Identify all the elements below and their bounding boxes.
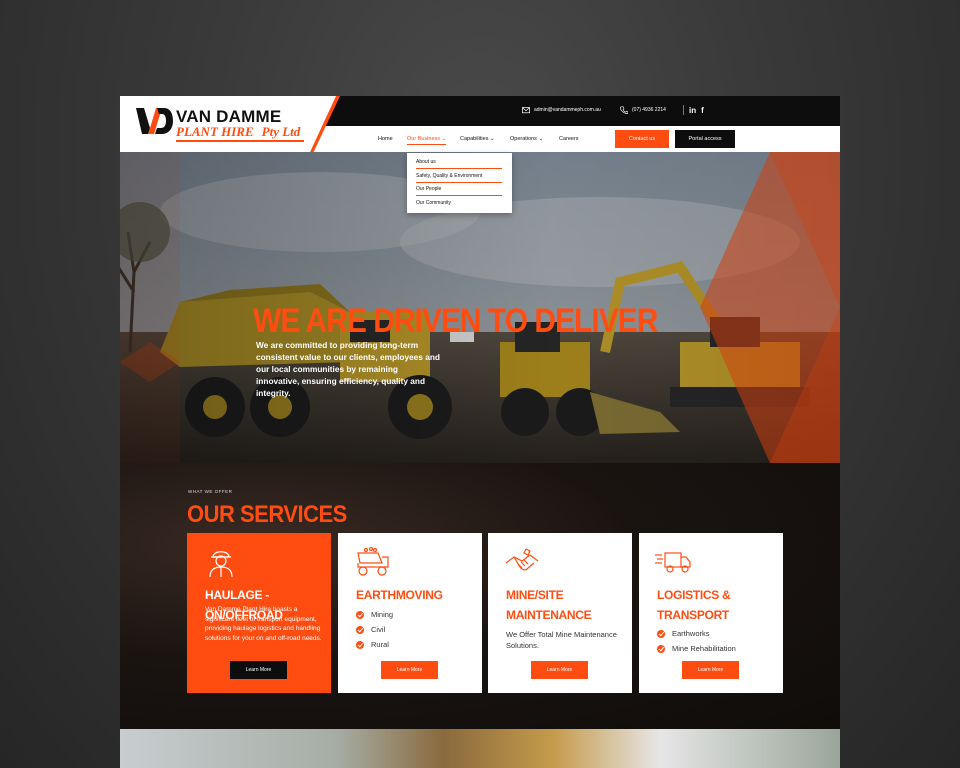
logo-pty-ltd: Pty Ltd (261, 124, 301, 139)
social-divider (683, 105, 684, 115)
list-item: Earthworks (657, 626, 736, 641)
service-card-description: Van Damme Plant Hire boasts a significan… (205, 606, 322, 642)
service-card-title-line: LOGISTICS & (657, 588, 731, 602)
check-icon (657, 644, 665, 653)
facebook-icon[interactable]: f (701, 106, 704, 115)
dump-truck-icon (357, 546, 389, 576)
next-section-image-preview (120, 729, 840, 768)
services-section: WHAT WE OFFER OUR SERVICES HAULAGE - ON/… (120, 463, 840, 729)
handshake-icon (505, 548, 539, 571)
website-mockup: VAN DAMME PLANT HIRE Pty Ltd admin@vandam… (120, 96, 840, 768)
logo-plant-hire: PLANT HIRE (176, 124, 254, 139)
nav-operations[interactable]: Operations ⌄ (510, 136, 543, 142)
phone-icon (620, 106, 628, 114)
check-icon (356, 610, 364, 619)
list-item-label: Mine Rehabilitation (672, 644, 736, 653)
vd-logo-icon (136, 108, 173, 134)
chevron-down-icon: ⌄ (489, 136, 495, 142)
nav-careers[interactable]: Careers (559, 136, 579, 142)
our-business-dropdown: About us Safety, Quality & Environment O… (407, 153, 512, 213)
learn-more-button[interactable]: Learn More (682, 661, 739, 679)
logo[interactable]: VAN DAMME PLANT HIRE Pty Ltd (120, 96, 336, 152)
service-card-title-line: MINE/SITE (506, 588, 564, 602)
hero-description: We are committed to providing long-term … (256, 340, 440, 398)
learn-more-button[interactable]: Learn More (381, 661, 438, 679)
linkedin-icon[interactable]: in (689, 106, 696, 115)
services-eyebrow: WHAT WE OFFER (188, 489, 233, 494)
learn-more-button[interactable]: Learn More (230, 661, 287, 679)
service-card-title: EARTHMOVING (356, 588, 443, 602)
list-item-label: Mining (371, 610, 394, 619)
list-item: Mine Rehabilitation (657, 641, 736, 656)
nav-capabilities-label: Capabilities (460, 136, 489, 142)
email-contact[interactable]: admin@vandammeph.com.au (522, 106, 601, 114)
contact-us-button[interactable]: Contact us (615, 130, 669, 148)
list-item-label: Earthworks (672, 629, 710, 638)
chevron-down-icon: ⌄ (538, 136, 544, 142)
check-icon (657, 629, 665, 638)
check-icon (356, 640, 364, 649)
service-card-title-line: TRANSPORT (657, 608, 729, 622)
portal-access-button[interactable]: Portal access (675, 130, 735, 148)
nav-our-business[interactable]: Our Business ⌄ (407, 136, 447, 145)
list-item: Mining (356, 607, 393, 622)
list-item-label: Civil (371, 625, 386, 634)
service-card-list: Mining Civil Rural (356, 607, 393, 652)
service-card-description: We Offer Total Mine Maintenance Solution… (506, 630, 617, 650)
email-text: admin@vandammeph.com.au (534, 107, 601, 113)
hero-title: WE ARE DRIVEN TO DELIVER (253, 302, 658, 340)
service-card-haulage[interactable]: HAULAGE - ON/OFFROAD Van Damme Plant Hir… (187, 533, 331, 693)
dropdown-item-people[interactable]: Our People (416, 186, 441, 192)
dropdown-divider (416, 195, 502, 196)
phone-contact[interactable]: (07) 4936 2214 (620, 106, 666, 114)
logo-underline (176, 140, 304, 142)
learn-more-button[interactable]: Learn More (531, 661, 588, 679)
delivery-truck-icon (655, 552, 691, 573)
service-card-maintenance[interactable]: MINE/SITE MAINTENANCE We Offer Total Min… (488, 533, 632, 693)
list-item: Civil (356, 622, 393, 637)
worker-icon (209, 551, 233, 577)
mail-icon (522, 107, 530, 114)
dropdown-item-community[interactable]: Our Community (416, 200, 451, 206)
phone-text: (07) 4936 2214 (632, 107, 666, 113)
list-item: Rural (356, 637, 393, 652)
nav-capabilities[interactable]: Capabilities ⌄ (460, 136, 495, 142)
service-card-list: Earthworks Mine Rehabilitation (657, 626, 736, 656)
dropdown-divider (416, 168, 502, 169)
dropdown-item-about[interactable]: About us (416, 159, 436, 165)
service-card-title: LOGISTICS & TRANSPORT (657, 585, 777, 625)
chevron-down-icon: ⌄ (441, 136, 447, 142)
nav-home[interactable]: Home (378, 136, 393, 142)
service-card-logistics[interactable]: LOGISTICS & TRANSPORT Earthworks Mine Re… (639, 533, 783, 693)
service-card-title-line: MAINTENANCE (506, 608, 592, 622)
dropdown-divider (416, 182, 502, 183)
nav-operations-label: Operations (510, 136, 537, 142)
service-card-title: MINE/SITE MAINTENANCE (506, 585, 626, 625)
social-links: in f (683, 105, 704, 115)
list-item-label: Rural (371, 640, 389, 649)
check-icon (356, 625, 364, 634)
dropdown-item-safety[interactable]: Safety, Quality & Environment (416, 173, 482, 179)
nav-our-business-label: Our Business (407, 136, 441, 142)
service-card-earthmoving[interactable]: EARTHMOVING Mining Civil Rural Learn Mor… (338, 533, 482, 693)
services-title: OUR SERVICES (187, 500, 347, 528)
logo-subtitle: PLANT HIRE Pty Ltd (176, 124, 300, 140)
